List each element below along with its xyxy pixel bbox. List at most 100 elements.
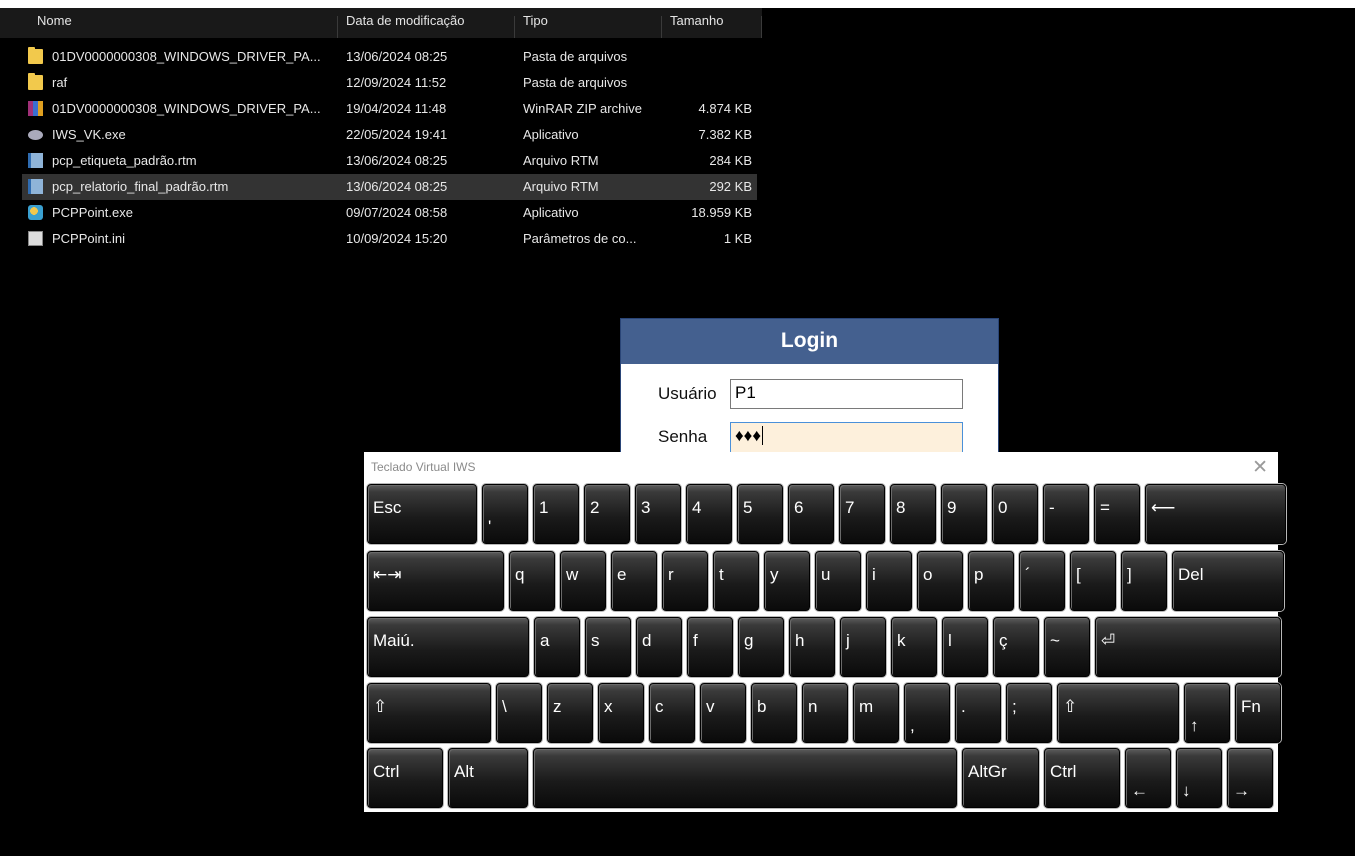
- key-0[interactable]: 0: [992, 484, 1038, 544]
- key-left-ctrl[interactable]: Ctrl: [367, 748, 443, 808]
- key-l[interactable]: l: [942, 617, 988, 677]
- key-esc[interactable]: Esc: [367, 484, 477, 544]
- file-size: 4.874 KB: [698, 101, 753, 116]
- key-5[interactable]: 5: [737, 484, 783, 544]
- shift-icon: ⇧: [1063, 697, 1078, 716]
- password-field[interactable]: ♦♦♦: [730, 422, 963, 455]
- key-left-shift[interactable]: ⇧: [367, 683, 491, 743]
- key-k[interactable]: k: [891, 617, 937, 677]
- key-e[interactable]: e: [611, 551, 657, 611]
- column-header-date[interactable]: Data de modificação: [346, 8, 511, 38]
- key-label: i: [872, 565, 876, 584]
- file-row[interactable]: pcp_etiqueta_padrão.rtm 13/06/2024 08:25 A…: [22, 148, 757, 174]
- key-arrow-right[interactable]: →: [1227, 748, 1273, 808]
- password-label: Senha: [658, 427, 708, 446]
- key-y[interactable]: y: [764, 551, 810, 611]
- close-icon[interactable]: ✕: [1252, 456, 1268, 479]
- key-b[interactable]: b: [751, 683, 797, 743]
- key-acute[interactable]: ´: [1019, 551, 1065, 611]
- key-period[interactable]: .: [955, 683, 1001, 743]
- key-8[interactable]: 8: [890, 484, 936, 544]
- key-o[interactable]: o: [917, 551, 963, 611]
- key-x[interactable]: x: [598, 683, 644, 743]
- file-row[interactable]: IWS_VK.exe 22/05/2024 19:41 Aplicativo 7.38…: [22, 122, 757, 148]
- key-right-ctrl[interactable]: Ctrl: [1044, 748, 1120, 808]
- key-label: \: [502, 697, 507, 716]
- key-close-bracket[interactable]: ]: [1121, 551, 1167, 611]
- column-divider[interactable]: [514, 16, 515, 38]
- file-row[interactable]: pcp_relatorio_final_padrão.rtm 13/06/2024…: [22, 174, 757, 200]
- key-tab[interactable]: ⇤⇥: [367, 551, 504, 611]
- key-r[interactable]: r: [662, 551, 708, 611]
- key-right-shift[interactable]: ⇧: [1057, 683, 1179, 743]
- username-field[interactable]: P1: [730, 379, 963, 409]
- key-arrow-left[interactable]: ←: [1125, 748, 1171, 808]
- key-apostrophe[interactable]: ': [482, 484, 528, 544]
- key-semicolon[interactable]: ;: [1006, 683, 1052, 743]
- key-arrow-down[interactable]: ↓: [1176, 748, 1222, 808]
- key-1[interactable]: 1: [533, 484, 579, 544]
- file-row[interactable]: PCPPoint.exe 09/07/2024 08:58 Aplicativo 18…: [22, 200, 757, 226]
- key-f[interactable]: f: [687, 617, 733, 677]
- file-name: PCPPoint.exe: [52, 205, 133, 220]
- key-a[interactable]: a: [534, 617, 580, 677]
- column-divider[interactable]: [337, 16, 338, 38]
- file-type: Arquivo RTM: [523, 153, 599, 168]
- file-type: Pasta de arquivos: [523, 75, 628, 90]
- key-q[interactable]: q: [509, 551, 555, 611]
- key-v[interactable]: v: [700, 683, 746, 743]
- file-row[interactable]: raf 12/09/2024 11:52 Pasta de arquivos: [22, 70, 757, 96]
- column-header-size[interactable]: Tamanho: [670, 8, 755, 38]
- file-row[interactable]: PCPPoint.ini 10/09/2024 15:20 Parâmetros d…: [22, 226, 757, 252]
- key-c-cedilla[interactable]: ç: [993, 617, 1039, 677]
- key-6[interactable]: 6: [788, 484, 834, 544]
- key-t[interactable]: t: [713, 551, 759, 611]
- key-i[interactable]: i: [866, 551, 912, 611]
- key-altgr[interactable]: AltGr: [962, 748, 1039, 808]
- key-g[interactable]: g: [738, 617, 784, 677]
- key-open-bracket[interactable]: [: [1070, 551, 1116, 611]
- key-9[interactable]: 9: [941, 484, 987, 544]
- key-arrow-up[interactable]: ↑: [1184, 683, 1230, 743]
- winrar-archive-icon: [28, 101, 43, 116]
- key-m[interactable]: m: [853, 683, 899, 743]
- column-divider[interactable]: [661, 16, 662, 38]
- key-4[interactable]: 4: [686, 484, 732, 544]
- key-minus[interactable]: -: [1043, 484, 1089, 544]
- key-alt[interactable]: Alt: [448, 748, 528, 808]
- text-cursor: [762, 426, 764, 445]
- column-header-name[interactable]: Nome: [37, 8, 337, 38]
- key-enter[interactable]: ⏎: [1095, 617, 1281, 677]
- key-p[interactable]: p: [968, 551, 1014, 611]
- key-label: 2: [590, 498, 600, 517]
- key-backspace[interactable]: ⟵: [1145, 484, 1286, 544]
- key-7[interactable]: 7: [839, 484, 885, 544]
- file-list-header: Nome Data de modificação Tipo Tamanho: [0, 8, 762, 38]
- key-h[interactable]: h: [789, 617, 835, 677]
- key-label: ;: [1012, 697, 1017, 716]
- key-n[interactable]: n: [802, 683, 848, 743]
- key-equals[interactable]: =: [1094, 484, 1140, 544]
- shift-icon: ⇧: [373, 697, 388, 716]
- key-fn[interactable]: Fn: [1235, 683, 1281, 743]
- file-row[interactable]: 01DV0000000308_WINDOWS_DRIVER_PA... 19/04…: [22, 96, 757, 122]
- key-tilde[interactable]: ~: [1044, 617, 1090, 677]
- key-j[interactable]: j: [840, 617, 886, 677]
- column-divider[interactable]: [761, 16, 762, 38]
- key-c[interactable]: c: [649, 683, 695, 743]
- key-s[interactable]: s: [585, 617, 631, 677]
- key-u[interactable]: u: [815, 551, 861, 611]
- key-comma[interactable]: ,: [904, 683, 950, 743]
- key-backslash[interactable]: \: [496, 683, 542, 743]
- key-z[interactable]: z: [547, 683, 593, 743]
- file-row[interactable]: 01DV0000000308_WINDOWS_DRIVER_PA... 13/06…: [22, 44, 757, 70]
- key-del[interactable]: Del: [1172, 551, 1284, 611]
- key-capslock[interactable]: Maiú.: [367, 617, 529, 677]
- key-w[interactable]: w: [560, 551, 606, 611]
- key-space[interactable]: [533, 748, 957, 808]
- key-2[interactable]: 2: [584, 484, 630, 544]
- column-header-type[interactable]: Tipo: [523, 8, 658, 38]
- key-label: 9: [947, 498, 957, 517]
- key-d[interactable]: d: [636, 617, 682, 677]
- key-3[interactable]: 3: [635, 484, 681, 544]
